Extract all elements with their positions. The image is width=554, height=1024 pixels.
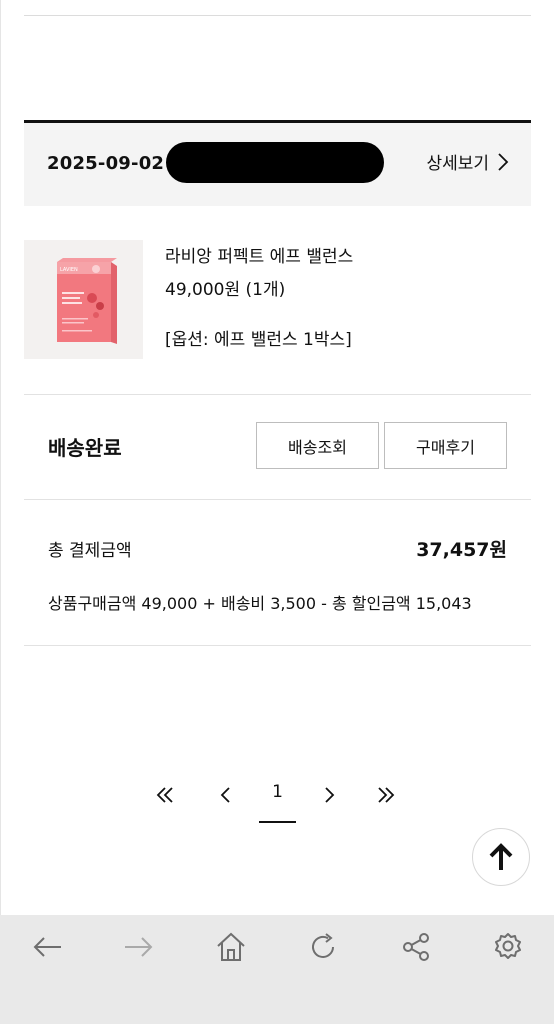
chevron-right-icon xyxy=(498,152,509,171)
settings-icon xyxy=(495,933,521,959)
pagination: 1 xyxy=(0,776,554,826)
order-detail-label: 상세보기 xyxy=(426,154,489,174)
arrow-up-icon xyxy=(489,843,513,870)
order-detail-link[interactable]: 상세보기 xyxy=(426,149,509,174)
home-button[interactable] xyxy=(213,929,249,965)
divider xyxy=(24,394,531,395)
next-page-button[interactable] xyxy=(314,780,344,810)
product-box-image: LAVIEN xyxy=(24,240,143,359)
browser-toolbar xyxy=(0,915,554,1024)
current-page-underline xyxy=(259,821,296,823)
prev-page-button[interactable] xyxy=(211,780,241,810)
product-box-brand: LAVIEN xyxy=(60,267,78,273)
last-page-button[interactable] xyxy=(371,780,401,810)
track-delivery-button[interactable]: 배송조회 xyxy=(256,422,379,469)
share-icon xyxy=(403,933,429,961)
refresh-button[interactable] xyxy=(305,929,341,965)
product-item[interactable]: LAVIEN 라비앙 퍼펙트 에프 밸런스 49,000원 (1개) [옵션: … xyxy=(24,240,531,360)
current-page[interactable]: 1 xyxy=(259,782,296,802)
write-review-button[interactable]: 구매후기 xyxy=(384,422,507,469)
back-icon xyxy=(33,937,61,957)
divider xyxy=(24,645,531,646)
chevron-left-icon xyxy=(220,787,230,803)
forward-button[interactable] xyxy=(121,929,157,965)
home-icon xyxy=(217,932,245,961)
payment-breakdown: 상품구매금액 49,000 + 배송비 3,500 - 총 할인금액 15,04… xyxy=(48,594,472,613)
product-price: 49,000원 (1개) xyxy=(165,280,286,300)
delivery-status: 배송완료 xyxy=(48,436,122,460)
redacted-order-number xyxy=(166,142,384,183)
back-button[interactable] xyxy=(29,929,65,965)
chevron-right-icon xyxy=(325,787,335,803)
refresh-icon xyxy=(312,933,334,958)
top-divider xyxy=(24,15,531,16)
share-button[interactable] xyxy=(398,929,434,965)
first-page-button[interactable] xyxy=(150,780,180,810)
total-payment-label: 총 결제금액 xyxy=(48,541,132,561)
order-header: 2025-09-02 상세보기 xyxy=(24,120,531,206)
double-chevron-left-icon xyxy=(156,787,173,803)
double-chevron-right-icon xyxy=(378,787,395,803)
forward-icon xyxy=(125,937,153,957)
total-payment-value: 37,457원 xyxy=(416,539,507,561)
settings-button[interactable] xyxy=(490,929,526,965)
scroll-to-top-button[interactable] xyxy=(472,828,530,886)
product-option: [옵션: 에프 밸런스 1박스] xyxy=(165,330,352,350)
product-thumbnail[interactable]: LAVIEN xyxy=(24,240,143,359)
product-name[interactable]: 라비앙 퍼펙트 에프 밸런스 xyxy=(165,242,353,267)
order-date: 2025-09-02 xyxy=(47,153,165,174)
divider xyxy=(24,499,531,500)
